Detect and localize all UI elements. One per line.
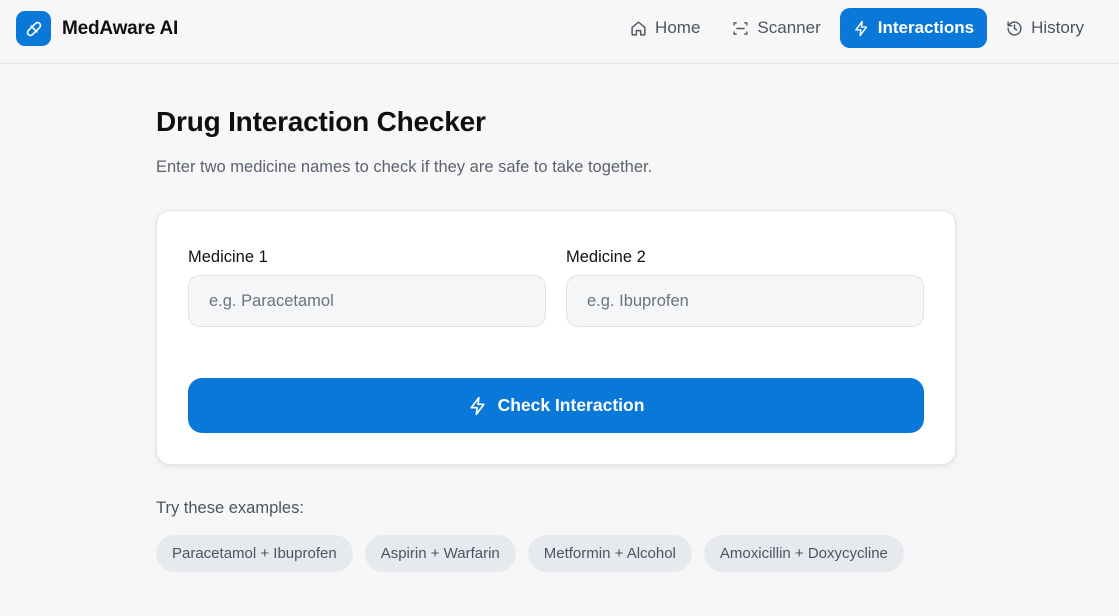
example-chip[interactable]: Aspirin + Warfarin [364, 535, 516, 572]
check-interaction-button[interactable]: Check Interaction [188, 378, 924, 433]
medicine-2-input[interactable] [566, 275, 924, 327]
check-interaction-label: Check Interaction [497, 395, 645, 415]
nav-item-scanner[interactable]: Scanner [719, 8, 833, 48]
example-chip[interactable]: Paracetamol + Ibuprofen [156, 535, 353, 572]
example-chips: Paracetamol + Ibuprofen Aspirin + Warfar… [156, 535, 916, 572]
page-subtitle: Enter two medicine names to check if the… [156, 158, 653, 176]
examples-label: Try these examples: [156, 499, 304, 517]
nav-item-label: Home [655, 18, 701, 37]
brand[interactable]: MedAware AI [16, 11, 178, 46]
nav-item-label: History [1031, 18, 1084, 37]
pill-icon [16, 11, 51, 46]
medicine-2-field: Medicine 2 [566, 248, 924, 327]
history-icon [1007, 20, 1022, 36]
example-chip[interactable]: Metformin + Alcohol [527, 535, 692, 572]
app-name: MedAware AI [62, 17, 179, 39]
page-title: Drug Interaction Checker [156, 106, 486, 137]
main-content: Drug Interaction Checker Enter two medic… [156, 106, 956, 572]
nav-item-label: Interactions [877, 18, 975, 37]
medicine-1-field: Medicine 1 [188, 248, 546, 327]
top-navbar: MedAware AI Home Scanner Interactions Hi… [0, 0, 1119, 64]
nav-item-interactions[interactable]: Interactions [839, 8, 988, 48]
medicine-2-label: Medicine 2 [566, 248, 646, 266]
nav-item-history[interactable]: History [993, 8, 1097, 48]
home-icon [631, 20, 646, 36]
lightning-icon [854, 20, 867, 36]
medicine-1-label: Medicine 1 [188, 248, 268, 266]
main-nav: Home Scanner Interactions History [611, 8, 1097, 48]
example-chip[interactable]: Amoxicillin + Doxycycline [703, 535, 904, 572]
scan-icon [733, 21, 748, 35]
nav-item-home[interactable]: Home [617, 8, 713, 48]
medicine-1-input[interactable] [188, 275, 546, 327]
nav-item-label: Scanner [757, 18, 821, 37]
lightning-icon [470, 396, 485, 415]
interaction-form-card: Medicine 1 Medicine 2 Check Interaction [156, 210, 956, 465]
